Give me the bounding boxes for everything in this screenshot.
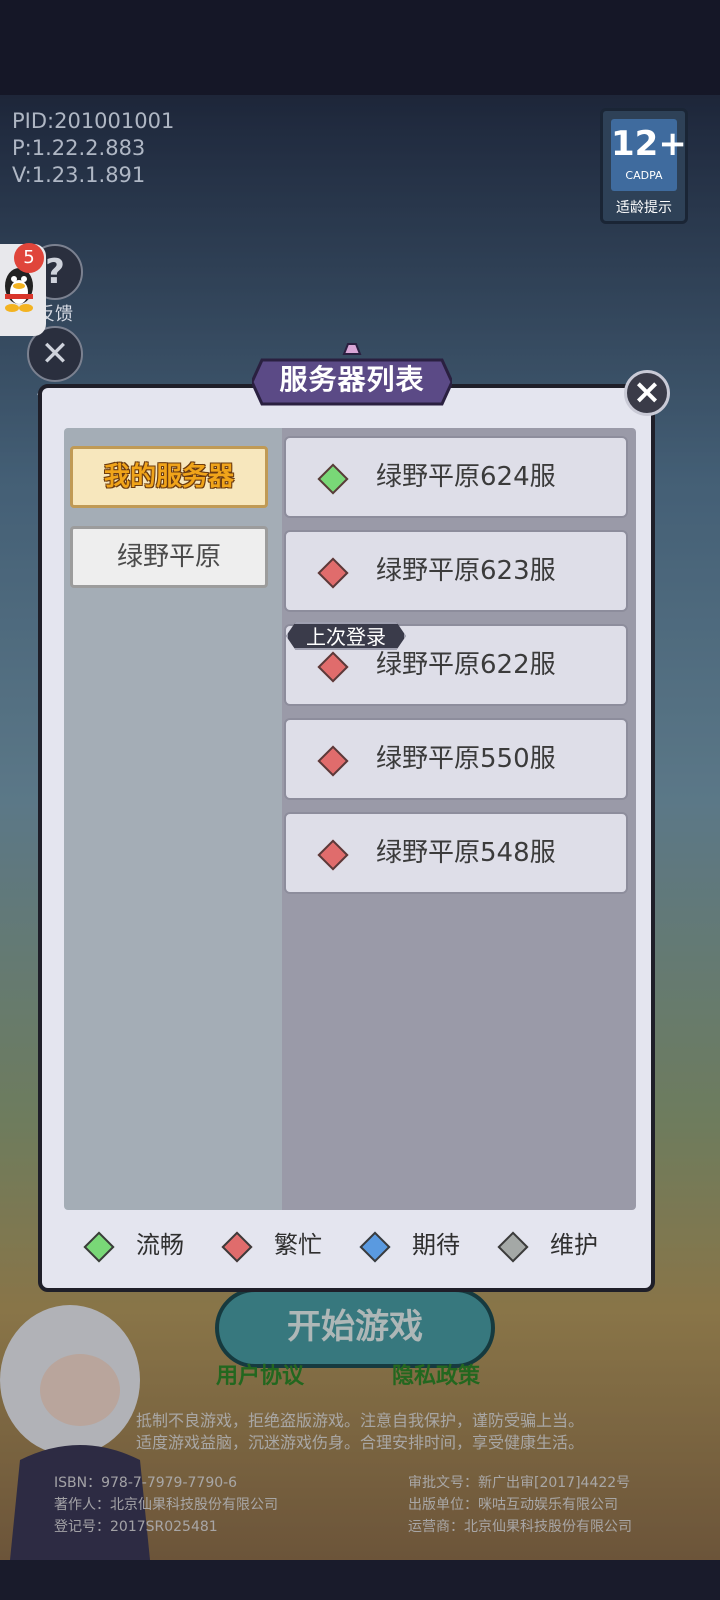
age-tip-label: 适龄提示 (616, 200, 672, 216)
qq-notification-badge: 5 (14, 243, 44, 273)
category-lvye-pingyuan[interactable]: 绿野平原 (70, 526, 268, 588)
server-name: 绿野平原623服 (376, 556, 556, 586)
cadpa-label: CADPA (625, 169, 663, 182)
status-smooth-icon (317, 463, 349, 495)
close-button[interactable]: × (624, 370, 670, 416)
legend-label: 期待 (412, 1231, 460, 1259)
legend-label: 繁忙 (274, 1231, 322, 1259)
status-busy-icon (317, 745, 349, 777)
p-version-text: P:1.22.2.883 (12, 136, 146, 160)
server-item[interactable]: 绿野平原624服 (284, 436, 628, 518)
server-name: 绿野平原624服 (376, 462, 556, 492)
legend-label: 流畅 (136, 1231, 184, 1259)
status-busy-icon (317, 557, 349, 589)
pid-text: PID:201001001 (12, 109, 175, 133)
server-item[interactable]: 绿野平原550服 (284, 718, 628, 800)
server-item[interactable]: 绿野平原548服 (284, 812, 628, 894)
status-busy-icon (317, 651, 349, 683)
age-rating-panel: 12+ CADPA (611, 119, 687, 191)
status-busy-icon (317, 839, 349, 871)
age-rating-badge[interactable]: 12+ CADPA 适龄提示 (600, 108, 688, 224)
legend-label: 维护 (550, 1231, 598, 1259)
version-info: PID:201001001 P:1.22.2.883 V:1.23.1.891 (12, 108, 174, 189)
age-rating-number: 12+ (611, 124, 687, 164)
close-icon: × (632, 372, 662, 412)
dialog-title: 服务器列表 (279, 363, 425, 396)
server-name: 绿野平原550服 (376, 744, 556, 774)
category-my-servers[interactable]: 我的服务器 (70, 446, 268, 508)
server-name: 绿野平原548服 (376, 838, 556, 868)
last-login-tag: 上次登录 (286, 622, 406, 650)
server-item[interactable]: 绿野平原623服 (284, 530, 628, 612)
v-version-text: V:1.23.1.891 (12, 163, 146, 187)
